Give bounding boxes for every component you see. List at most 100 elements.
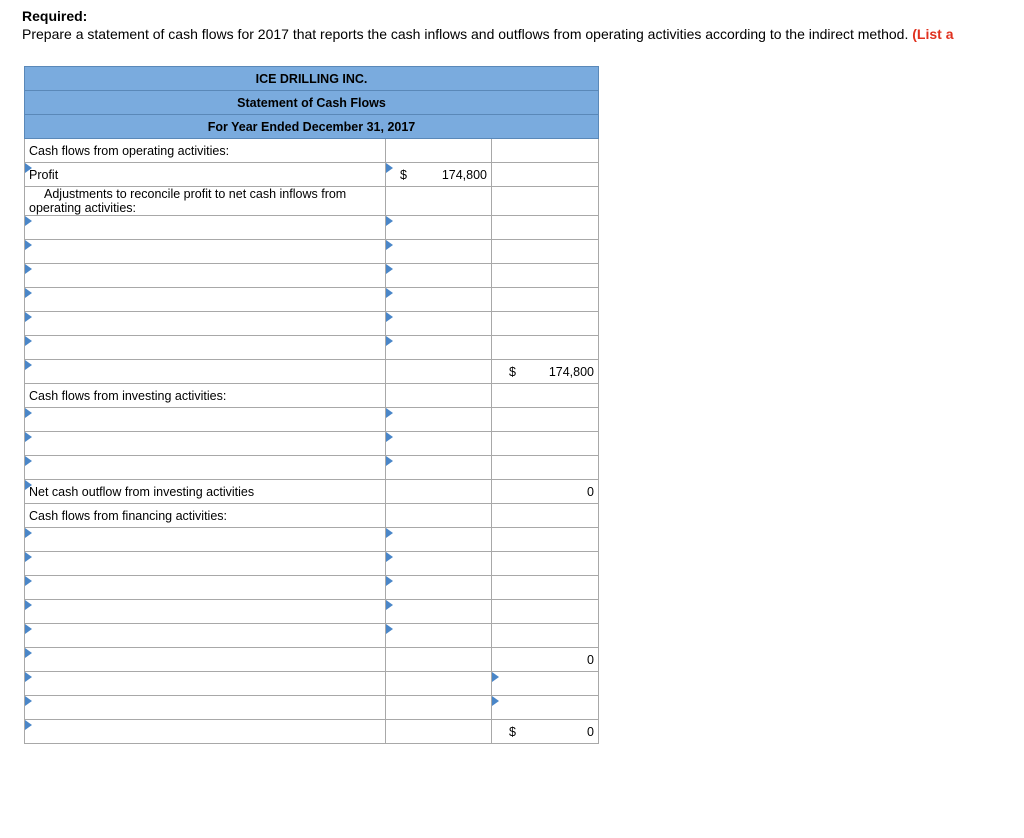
dropdown-arrow-icon[interactable] <box>386 336 393 346</box>
dropdown-arrow-icon[interactable] <box>386 264 393 274</box>
summary-amount-input[interactable] <box>491 695 599 720</box>
adjustment-amount-input[interactable] <box>385 263 492 288</box>
required-body: Prepare a statement of cash flows for 20… <box>22 26 913 42</box>
dropdown-arrow-icon[interactable] <box>25 552 32 562</box>
adjustment-description-input[interactable] <box>24 215 386 240</box>
dropdown-arrow-icon[interactable] <box>25 528 32 538</box>
dropdown-arrow-icon[interactable] <box>25 480 32 490</box>
financing-heading-row: Cash flows from financing activities: <box>24 503 599 528</box>
dropdown-arrow-icon[interactable] <box>25 624 32 634</box>
dropdown-arrow-icon[interactable] <box>25 312 32 322</box>
adjustment-description-input[interactable] <box>24 335 386 360</box>
dropdown-arrow-icon[interactable] <box>386 552 393 562</box>
statement-period: For Year Ended December 31, 2017 <box>24 114 599 139</box>
investing-amount-input[interactable] <box>385 407 492 432</box>
investing-amount-input[interactable] <box>385 431 492 456</box>
cash-flow-statement: ICE DRILLING INC. Statement of Cash Flow… <box>24 66 599 744</box>
dropdown-arrow-icon[interactable] <box>386 456 393 466</box>
financing-total-description-input[interactable] <box>24 647 386 672</box>
adjustment-description-input[interactable] <box>24 311 386 336</box>
summary-description-input[interactable] <box>24 695 386 720</box>
dropdown-arrow-icon[interactable] <box>25 432 32 442</box>
dropdown-arrow-icon[interactable] <box>25 408 32 418</box>
dropdown-arrow-icon[interactable] <box>386 600 393 610</box>
investing-amount-input[interactable] <box>385 455 492 480</box>
adjustment-input-row <box>24 311 599 336</box>
adjustment-amount-input[interactable] <box>385 311 492 336</box>
dropdown-arrow-icon[interactable] <box>386 432 393 442</box>
investing-input-row <box>24 407 599 432</box>
financing-amount-input[interactable] <box>385 599 492 624</box>
dropdown-arrow-icon[interactable] <box>386 216 393 226</box>
investing-total-cell[interactable]: Net cash outflow from investing activiti… <box>24 479 386 504</box>
operating-total-dollar-sign: $ <box>509 364 516 379</box>
dropdown-arrow-icon[interactable] <box>25 600 32 610</box>
profit-cell[interactable]: Profit <box>24 162 386 187</box>
dropdown-arrow-icon[interactable] <box>386 288 393 298</box>
investing-description-input[interactable] <box>24 407 386 432</box>
adjustment-description-input[interactable] <box>24 239 386 264</box>
dropdown-arrow-icon[interactable] <box>25 216 32 226</box>
dropdown-arrow-icon[interactable] <box>25 163 32 173</box>
dropdown-arrow-icon[interactable] <box>25 720 32 730</box>
adjustment-input-row <box>24 335 599 360</box>
required-label: Required: <box>22 8 88 24</box>
summary-amount-input[interactable] <box>491 671 599 696</box>
investing-total-label: Net cash outflow from investing activiti… <box>29 484 255 499</box>
operating-total-cell: $174,800 <box>491 359 599 384</box>
dropdown-arrow-icon[interactable] <box>25 240 32 250</box>
dropdown-arrow-icon[interactable] <box>25 648 32 658</box>
dropdown-arrow-icon[interactable] <box>25 696 32 706</box>
dropdown-arrow-icon[interactable] <box>25 336 32 346</box>
adjustment-input-row <box>24 215 599 240</box>
dropdown-arrow-icon[interactable] <box>25 456 32 466</box>
dropdown-arrow-icon[interactable] <box>492 696 499 706</box>
financing-input-row <box>24 575 599 600</box>
adjustment-amount-input[interactable] <box>385 287 492 312</box>
dropdown-arrow-icon[interactable] <box>386 576 393 586</box>
adjustment-description-input[interactable] <box>24 263 386 288</box>
statement-title: Statement of Cash Flows <box>24 90 599 115</box>
dropdown-arrow-icon[interactable] <box>25 288 32 298</box>
financing-total-row: 0 <box>24 647 599 672</box>
required-note: (List a <box>912 26 954 42</box>
financing-description-input[interactable] <box>24 599 386 624</box>
dropdown-arrow-icon[interactable] <box>386 240 393 250</box>
adjustment-amount-input[interactable] <box>385 239 492 264</box>
profit-value: 174,800 <box>441 167 487 182</box>
dropdown-arrow-icon[interactable] <box>386 408 393 418</box>
financing-description-input[interactable] <box>24 575 386 600</box>
dropdown-arrow-icon[interactable] <box>25 360 32 370</box>
financing-description-input[interactable] <box>24 623 386 648</box>
investing-heading: Cash flows from investing activities: <box>24 383 386 408</box>
dropdown-arrow-icon[interactable] <box>386 163 393 173</box>
adjustment-amount-input[interactable] <box>385 215 492 240</box>
dropdown-arrow-icon[interactable] <box>386 624 393 634</box>
summary-row <box>24 695 599 720</box>
adjustment-amount-input[interactable] <box>385 335 492 360</box>
financing-amount-input[interactable] <box>385 527 492 552</box>
investing-description-input[interactable] <box>24 455 386 480</box>
dropdown-arrow-icon[interactable] <box>25 672 32 682</box>
financing-description-input[interactable] <box>24 527 386 552</box>
operating-total-description-input[interactable] <box>24 359 386 384</box>
instructions: Required: Prepare a statement of cash fl… <box>22 8 1024 43</box>
financing-description-input[interactable] <box>24 551 386 576</box>
dropdown-arrow-icon[interactable] <box>386 312 393 322</box>
financing-input-row <box>24 527 599 552</box>
financing-amount-input[interactable] <box>385 551 492 576</box>
dropdown-arrow-icon[interactable] <box>386 528 393 538</box>
adjustment-input-row <box>24 287 599 312</box>
financing-amount-input[interactable] <box>385 575 492 600</box>
investing-description-input[interactable] <box>24 431 386 456</box>
adjustment-description-input[interactable] <box>24 287 386 312</box>
net-total-description-input[interactable] <box>24 719 386 744</box>
summary-description-input[interactable] <box>24 671 386 696</box>
dropdown-arrow-icon[interactable] <box>492 672 499 682</box>
financing-amount-input[interactable] <box>385 623 492 648</box>
profit-amount-cell[interactable]: $174,800 <box>385 162 492 187</box>
dropdown-arrow-icon[interactable] <box>25 576 32 586</box>
dropdown-arrow-icon[interactable] <box>25 264 32 274</box>
financing-total-value: 0 <box>491 647 599 672</box>
financing-input-row <box>24 599 599 624</box>
